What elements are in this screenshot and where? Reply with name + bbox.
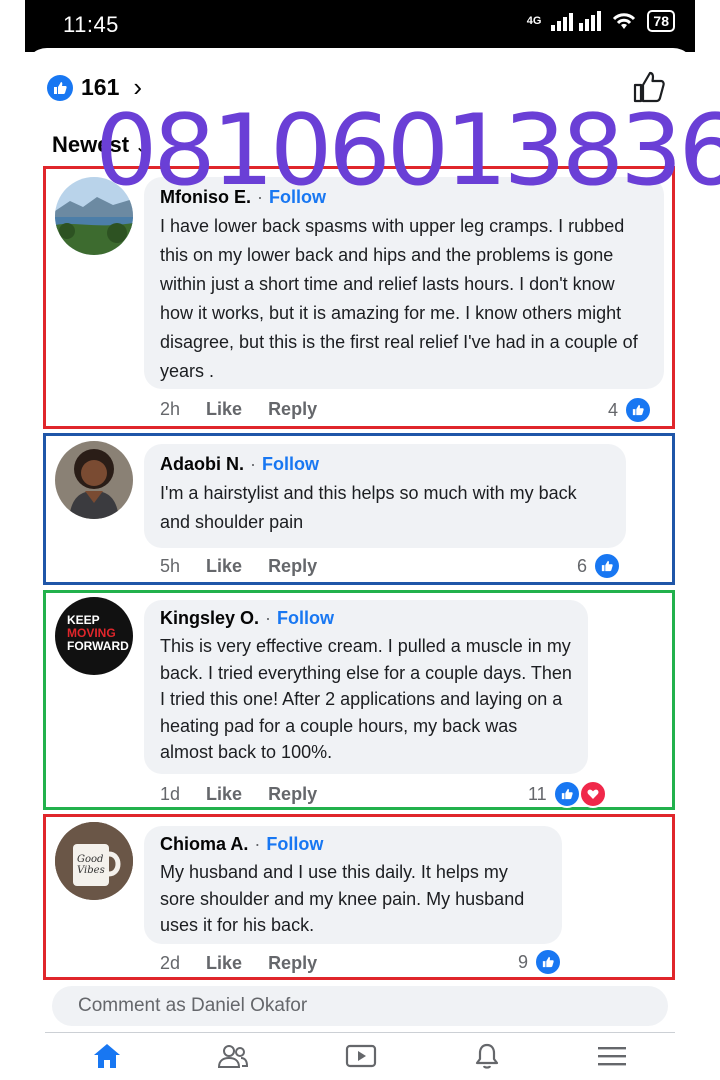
notifications-icon[interactable] [473,1042,501,1075]
like-reaction-icon [534,948,563,976]
follow-button[interactable]: Follow [262,454,319,474]
comment-time: 1d [160,784,181,804]
bottom-nav [45,1036,675,1080]
mug-text-line2: Vibes [77,865,105,876]
battery-indicator: 78 [647,10,675,32]
friends-icon[interactable] [217,1043,249,1074]
comment-text: I'm a hairstylist and this helps so much… [160,483,577,532]
follow-button[interactable]: Follow [277,608,334,628]
comment-time: 2h [160,399,181,419]
comment-bubble[interactable]: Adaobi N. · Follow I'm a hairstylist and t… [144,444,626,548]
reply-button[interactable]: Reply [268,953,317,974]
signal-icon [551,11,602,31]
mug-text-line1: Good [77,854,104,865]
status-icons: 4G 78 [527,10,675,32]
comment-input[interactable]: Comment as Daniel Okafor [52,986,668,1026]
like-reaction-icon [624,396,653,424]
follow-button[interactable]: Follow [266,834,323,854]
reaction-count: 11 [528,783,547,804]
nav-divider [45,1032,675,1033]
comment-text: I have lower back spasms with upper leg … [160,216,638,381]
comment-reactions[interactable]: 9 [518,948,563,976]
comment-reactions[interactable]: 11 [528,780,607,808]
comment-bubble[interactable]: Mfoniso E. · Follow I have lower back spas… [144,177,664,389]
comment-time: 2d [160,953,181,973]
avatar-kingsley[interactable]: KEEP MOVING FORWARD [55,597,133,675]
like-reaction-icon [47,74,73,101]
comment-bubble[interactable]: Kingsley O. · Follow This is very effectiv… [144,600,588,774]
reaction-count: 9 [518,951,529,972]
reply-button[interactable]: Reply [268,556,317,577]
comment-text: This is very effective cream. I pulled a… [160,636,572,762]
comment-actions: 2h Like Reply [160,399,317,420]
status-bar: 11:45 4G 78 [25,0,695,52]
reaction-count: 6 [577,555,588,576]
like-reaction-icon [552,780,581,808]
phone-screen: 11:45 4G 78 161 › Newest ⌄ Mfoniso E. · … [0,0,720,1080]
avatar-text-forward: FORWARD [67,639,129,653]
reply-button[interactable]: Reply [268,784,317,805]
comment-reactions[interactable]: 6 [577,552,622,580]
mug-text: Good Vibes [77,854,105,876]
separator-dot: · [265,608,272,628]
phone-number-watermark: 08106013836 [95,94,720,208]
commenter-name[interactable]: Kingsley O. [160,608,259,628]
avatar-text: KEEP MOVING FORWARD [67,614,129,653]
love-reaction-icon [578,780,607,808]
comment-text: My husband and I use this daily. It help… [160,862,525,935]
comment-header: Adaobi N. · Follow [160,454,610,475]
separator-dot: · [250,454,256,474]
reaction-count: 4 [608,399,619,420]
reply-button[interactable]: Reply [268,399,317,420]
like-button[interactable]: Like [206,953,242,974]
like-reaction-icon [593,552,622,580]
avatar-adaobi[interactable] [55,441,133,519]
menu-icon[interactable] [597,1044,627,1073]
separator-dot: · [254,834,261,854]
comment-time: 5h [160,556,181,576]
commenter-name[interactable]: Adaobi N. [160,454,244,474]
comment-bubble[interactable]: Chioma A. · Follow My husband and I use th… [144,826,562,944]
comment-actions: 2d Like Reply [160,953,317,974]
video-icon[interactable] [345,1043,377,1074]
like-button[interactable]: Like [206,556,242,577]
comment-actions: 1d Like Reply [160,784,317,805]
commenter-name[interactable]: Chioma A. [160,834,248,854]
comment-header: Chioma A. · Follow [160,834,546,855]
like-button[interactable]: Like [206,784,242,805]
like-button[interactable]: Like [206,399,242,420]
home-icon[interactable] [93,1043,121,1074]
comment-reactions[interactable]: 4 [608,396,653,424]
network-label: 4G [526,15,542,27]
avatar-chioma[interactable]: Good Vibes [55,822,133,900]
wifi-icon [613,13,636,29]
status-time: 11:45 [63,12,119,37]
comment-header: Kingsley O. · Follow [160,608,572,629]
comment-actions: 5h Like Reply [160,556,317,577]
